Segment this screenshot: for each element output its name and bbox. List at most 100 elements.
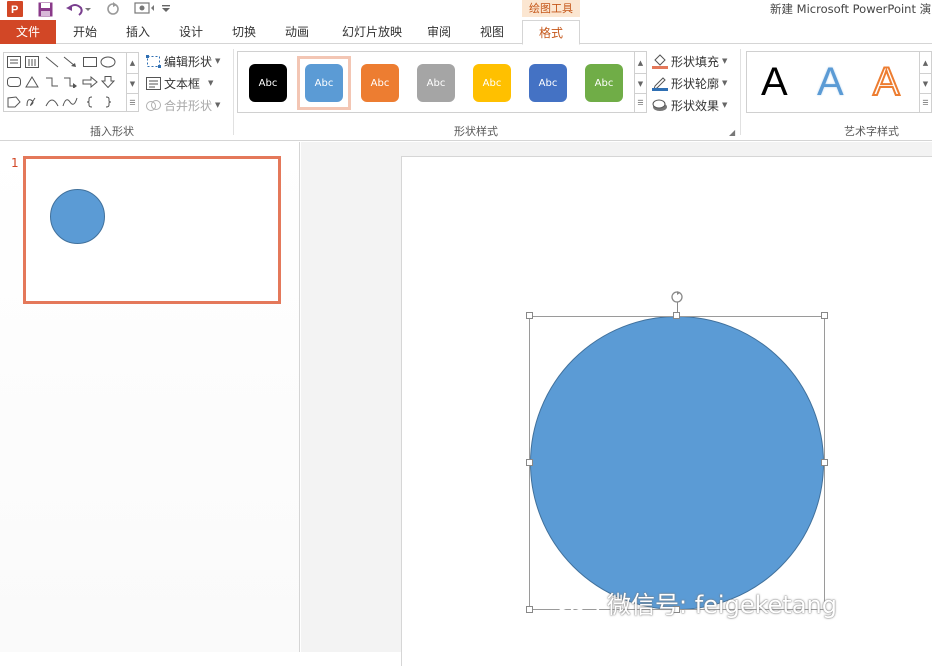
save-icon[interactable] [36, 1, 54, 17]
resize-handle-top-left[interactable] [526, 312, 533, 319]
tab-animations[interactable]: 动画 [272, 20, 322, 44]
wordart-gallery-scroll-down[interactable]: ▼ [919, 73, 931, 93]
elbow-connector-shape-icon[interactable] [44, 75, 60, 89]
start-slideshow-icon[interactable] [132, 1, 156, 17]
shape-style-swatch[interactable]: Abc [529, 64, 567, 102]
powerpoint-logo-icon: P [6, 1, 24, 17]
shape-style-swatch[interactable]: Abc [585, 64, 623, 102]
wordart-styles-group-label: 艺术字样式 [844, 125, 899, 138]
undo-icon[interactable] [64, 1, 92, 17]
wordart-styles-gallery: A A A ▲ ▼ ☰ [746, 51, 932, 113]
dialog-launcher-icon[interactable]: ◢ [729, 128, 735, 137]
merge-shapes-label: 合并形状 [164, 98, 213, 113]
shape-gallery-scroll-up[interactable]: ▲ [126, 53, 138, 73]
chevron-down-icon: ▼ [215, 101, 221, 109]
rotate-icon[interactable] [670, 290, 684, 304]
shape-gallery: ▲ ▼ ☰ [3, 52, 139, 112]
chevron-down-icon: ▼ [215, 57, 221, 65]
right-brace-shape-icon[interactable] [100, 95, 116, 109]
wordart-style-black[interactable]: A [761, 60, 788, 104]
tab-insert[interactable]: 插入 [113, 20, 163, 44]
text-box-label: 文本框 [164, 76, 201, 91]
vertical-text-box-shape-icon[interactable] [24, 55, 40, 69]
tab-transitions[interactable]: 切换 [219, 20, 269, 44]
customize-toolbar-icon[interactable] [160, 1, 172, 17]
wordart-gallery-more[interactable]: ☰ [919, 93, 931, 112]
elbow-arrow-connector-shape-icon[interactable] [62, 75, 78, 89]
shape-gallery-more[interactable]: ☰ [126, 93, 138, 111]
wordart-gallery-scroll-up[interactable]: ▲ [919, 52, 931, 73]
triangle-shape-icon[interactable] [24, 75, 40, 89]
tab-home[interactable]: 开始 [60, 20, 110, 44]
tab-view[interactable]: 视图 [467, 20, 517, 44]
edit-shape-icon [145, 54, 161, 68]
scribble-shape-icon[interactable] [24, 95, 40, 109]
left-brace-shape-icon[interactable] [82, 95, 98, 109]
oval-shape-icon[interactable] [100, 55, 116, 69]
resize-handle-top[interactable] [673, 312, 680, 319]
arrow-line-shape-icon[interactable] [62, 55, 78, 69]
edit-shape-label: 编辑形状 [164, 54, 213, 69]
tab-format[interactable]: 格式 [522, 20, 580, 45]
shape-outline-label: 形状轮廓 [671, 76, 720, 91]
tab-review[interactable]: 审阅 [414, 20, 464, 44]
arc-shape-icon[interactable] [44, 95, 60, 109]
window-title: 新建 Microsoft PowerPoint 演 [770, 2, 932, 16]
thumbnail-circle-shape [50, 189, 105, 244]
svg-text:P: P [11, 4, 18, 16]
text-box-button[interactable]: 文本框 ▼ [145, 74, 213, 92]
text-box-icon [145, 76, 161, 90]
title-bar: P 绘图工具 新建 Microsoft PowerPoint 演 [0, 0, 932, 20]
wordart-style-blue[interactable]: A [817, 60, 844, 104]
tab-design[interactable]: 设计 [166, 20, 216, 44]
insert-shapes-group-label: 插入形状 [90, 125, 134, 138]
rectangle-shape-icon[interactable] [82, 55, 98, 69]
shape-effects-label: 形状效果 [671, 98, 720, 113]
tab-slideshow[interactable]: 幻灯片放映 [330, 20, 414, 44]
chevron-down-icon: ▼ [722, 57, 728, 65]
freeform-shape-icon[interactable] [6, 95, 22, 109]
chevron-down-icon: ▼ [722, 79, 728, 87]
shape-fill-label: 形状填充 [671, 54, 720, 69]
paint-bucket-icon [652, 53, 668, 69]
shape-style-swatch[interactable]: Abc [473, 64, 511, 102]
watermark: 微信号: feigeketang [553, 585, 837, 620]
resize-handle-left[interactable] [526, 459, 533, 466]
shape-effects-icon [652, 98, 668, 112]
tab-file[interactable]: 文件 [0, 20, 56, 44]
line-shape-icon[interactable] [44, 55, 60, 69]
shape-style-swatch-selected[interactable]: Abc [305, 64, 343, 102]
shape-style-swatch[interactable]: Abc [361, 64, 399, 102]
group-divider [233, 49, 234, 135]
style-gallery-more[interactable]: ☰ [634, 93, 646, 112]
edit-shape-button[interactable]: 编辑形状 ▼ [145, 52, 220, 70]
text-box-shape-icon[interactable] [6, 55, 22, 69]
curve-shape-icon[interactable] [62, 95, 78, 109]
merge-shapes-icon [145, 98, 161, 112]
resize-handle-right[interactable] [821, 459, 828, 466]
shape-fill-button[interactable]: 形状填充 ▼ [652, 52, 727, 70]
watermark-text: 微信号: feigeketang [607, 591, 837, 619]
resize-handle-top-right[interactable] [821, 312, 828, 319]
right-arrow-shape-icon[interactable] [82, 75, 98, 89]
rounded-rectangle-shape-icon[interactable] [6, 75, 22, 89]
shape-style-swatch[interactable]: Abc [417, 64, 455, 102]
shape-effects-button[interactable]: 形状效果 ▼ [652, 96, 727, 114]
ribbon: ▲ ▼ ☰ 编辑形状 ▼ 文本框 ▼ 合并形状 ▼ 插入形状 Abc Abc A… [0, 45, 932, 141]
wordart-style-orange-outline[interactable]: A [872, 59, 901, 105]
style-gallery-scroll-up[interactable]: ▲ [634, 52, 646, 73]
selection-box [529, 316, 825, 610]
shape-outline-button[interactable]: 形状轮廓 ▼ [652, 74, 727, 92]
resize-handle-bottom-left[interactable] [526, 606, 533, 613]
redo-icon[interactable] [104, 1, 122, 17]
shape-style-swatch[interactable]: Abc [249, 64, 287, 102]
merge-shapes-button[interactable]: 合并形状 ▼ [145, 96, 220, 114]
shape-gallery-scroll-down[interactable]: ▼ [126, 73, 138, 93]
chevron-down-icon: ▼ [722, 101, 728, 109]
ribbon-tabs: 文件 开始 插入 设计 切换 动画 幻灯片放映 审阅 视图 格式 [0, 20, 932, 45]
slide-thumbnail[interactable] [23, 156, 281, 304]
pen-outline-icon [652, 76, 668, 91]
down-arrow-shape-icon[interactable] [100, 75, 116, 89]
style-gallery-scroll-down[interactable]: ▼ [634, 73, 646, 93]
group-divider [740, 49, 741, 135]
